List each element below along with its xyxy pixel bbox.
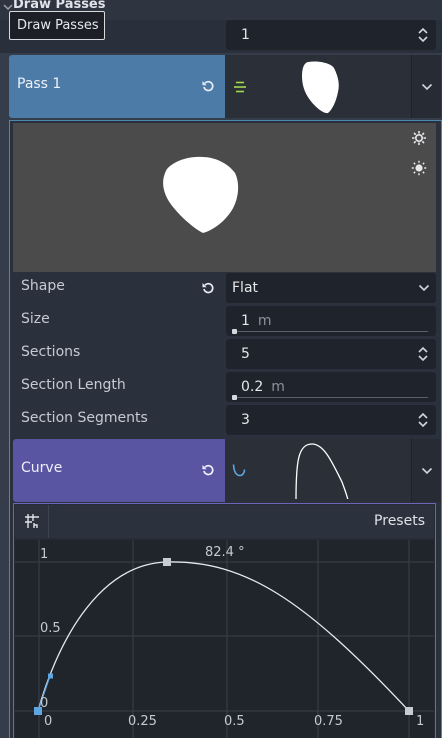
x-tick-label: 0.25 bbox=[128, 714, 157, 729]
size-unit: m bbox=[257, 313, 272, 329]
x-tick-label: 1 bbox=[416, 714, 425, 729]
section-length-slider[interactable]: 0.2 m bbox=[226, 372, 436, 402]
mesh-preview-viewport[interactable] bbox=[13, 123, 436, 272]
section-length-unit: m bbox=[271, 379, 285, 395]
sections-spinbox[interactable]: 5 bbox=[226, 339, 436, 369]
section-length-value: 0.2 bbox=[241, 379, 264, 395]
section-segments-spinbox[interactable]: 3 bbox=[226, 405, 436, 435]
tangent-angle-readout: 82.4 ° bbox=[205, 545, 245, 560]
sections-label: Sections bbox=[21, 344, 81, 360]
x-tick-label: 0.75 bbox=[314, 714, 343, 729]
pass-1-label: Pass 1 bbox=[17, 76, 62, 92]
curve-button[interactable]: Curve bbox=[13, 439, 225, 502]
spin-arrows-icon[interactable] bbox=[418, 412, 428, 428]
tangent-handle[interactable] bbox=[48, 673, 53, 679]
y-tick-label: 0.5 bbox=[40, 621, 61, 636]
size-slider-track bbox=[233, 331, 428, 332]
curve-editor-toolbar: Presets bbox=[15, 505, 434, 538]
mesh-resource-icon bbox=[234, 81, 246, 93]
gear-icon[interactable] bbox=[411, 130, 427, 146]
pass-1-mesh-picker[interactable] bbox=[225, 55, 441, 118]
chevron-down-icon bbox=[421, 83, 433, 91]
y-tick-label: 0 bbox=[40, 696, 49, 711]
draw-passes-count-value: 1 bbox=[241, 27, 250, 43]
sun-icon[interactable] bbox=[411, 160, 427, 176]
size-slider-grabber[interactable] bbox=[232, 329, 237, 334]
sections-value: 5 bbox=[241, 346, 250, 362]
curve-resource-icon bbox=[232, 464, 246, 477]
mesh-preview-thumbnail bbox=[272, 58, 412, 115]
curve-point-peak[interactable] bbox=[163, 558, 171, 566]
y-tick-label: 1 bbox=[40, 547, 49, 562]
section-length-label: Section Length bbox=[21, 377, 126, 393]
section-segments-label: Section Segments bbox=[21, 410, 148, 426]
section-length-slider-grabber[interactable] bbox=[232, 395, 237, 400]
size-value: 1 bbox=[241, 313, 250, 329]
grid-snap-icon bbox=[25, 514, 39, 528]
size-label: Size bbox=[21, 311, 50, 327]
pass-1-dropdown-button[interactable] bbox=[411, 55, 441, 118]
revert-icon[interactable] bbox=[201, 281, 215, 295]
x-tick-label: 0 bbox=[44, 714, 53, 729]
chevron-down-icon bbox=[421, 467, 433, 475]
snap-toggle-button[interactable] bbox=[15, 505, 49, 538]
curve-label: Curve bbox=[21, 460, 63, 476]
curve-dropdown-button[interactable] bbox=[411, 439, 441, 502]
size-slider[interactable]: 1m bbox=[226, 306, 436, 336]
spin-arrows-icon[interactable] bbox=[418, 346, 428, 362]
curve-preview-thumbnail bbox=[272, 442, 412, 501]
curve-graph[interactable]: 82.4 ° 1 0.5 0 0 0.25 0.5 0.75 1 bbox=[15, 540, 434, 738]
chevron-down-icon bbox=[418, 284, 430, 292]
section-segments-value: 3 bbox=[241, 412, 250, 428]
section-length-slider-track bbox=[233, 397, 428, 398]
tooltip: Draw Passes bbox=[9, 11, 105, 40]
x-tick-label: 0.5 bbox=[224, 714, 245, 729]
draw-passes-count-spinbox[interactable]: 1 bbox=[226, 20, 436, 50]
shape-value: Flat bbox=[232, 280, 259, 296]
spin-arrows-icon[interactable] bbox=[418, 27, 428, 43]
curve-resource-picker[interactable] bbox=[225, 439, 441, 502]
revert-icon[interactable] bbox=[201, 463, 215, 477]
shape-label: Shape bbox=[21, 278, 65, 294]
shape-select[interactable]: Flat bbox=[226, 273, 436, 303]
curve-point-end[interactable] bbox=[405, 707, 413, 715]
pass-1-button[interactable]: Pass 1 bbox=[9, 55, 225, 118]
presets-menu-button[interactable]: Presets bbox=[374, 513, 425, 529]
revert-icon[interactable] bbox=[201, 79, 215, 93]
